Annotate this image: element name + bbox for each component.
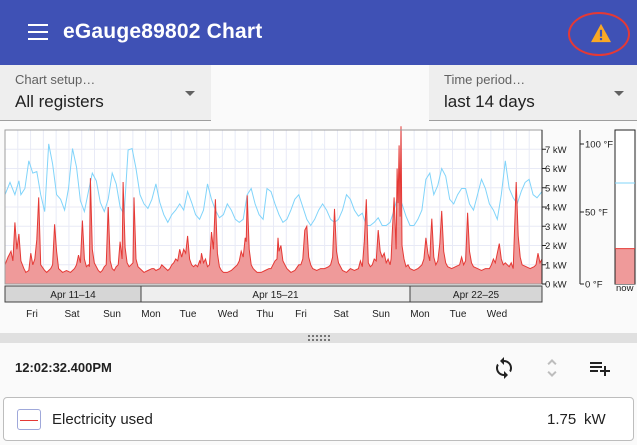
power-tick-label: 3 kW xyxy=(545,222,567,233)
chart-setup-label: Chart setup… xyxy=(15,72,96,87)
temperature-now-label: now xyxy=(616,283,634,294)
chart-setup-select[interactable]: Chart setup… All registers xyxy=(0,65,211,121)
day-label: Sat xyxy=(333,309,348,320)
chart-setup-value: All registers xyxy=(15,92,104,111)
week-range-label: Apr 11–14 xyxy=(50,290,96,301)
day-labels: Fri Sat Sun Mon Tue Wed Thu Fri Sat Sun Mon Tue Wed xyxy=(26,309,507,320)
time-period-value: last 14 days xyxy=(444,92,535,111)
warning-highlight xyxy=(568,12,630,56)
temperature-gauge-fill xyxy=(615,248,635,284)
time-period-select[interactable]: Time period… last 14 days xyxy=(429,65,637,121)
power-tick-label: 7 kW xyxy=(545,145,567,156)
week-range-bar[interactable]: Apr 11–14 Apr 15–21 Apr 22–25 xyxy=(4,285,543,303)
hamburger-menu-icon[interactable] xyxy=(28,24,48,40)
cursor-timestamp: 12:02:32.400PM xyxy=(15,360,112,375)
week-range-label: Apr 15–21 xyxy=(252,290,299,301)
temperature-tick-label: 50 °F xyxy=(585,208,608,219)
power-tick-label: 0 kW xyxy=(545,280,567,291)
refresh-icon[interactable] xyxy=(492,356,516,380)
chevron-down-icon xyxy=(185,91,195,96)
power-tick-label: 2 kW xyxy=(545,241,567,252)
day-label: Sat xyxy=(64,309,79,320)
week-range-label: Apr 22–25 xyxy=(453,290,500,301)
day-label: Mon xyxy=(410,309,429,320)
drag-handle-icon[interactable] xyxy=(308,335,332,341)
register-color-swatch[interactable] xyxy=(17,409,41,430)
register-legend-row[interactable]: Electricity used 1.75 kW xyxy=(3,397,634,441)
register-value: 1.75 xyxy=(547,411,577,428)
register-name: Electricity used xyxy=(52,411,153,428)
temperature-gauge: 0 °F 50 °F 100 °F now xyxy=(579,129,636,294)
day-label: Sun xyxy=(372,309,390,320)
power-tick-label: 6 kW xyxy=(545,164,567,175)
chevron-down-icon xyxy=(614,91,624,96)
day-label: Fri xyxy=(295,309,307,320)
power-tick-label: 1 kW xyxy=(545,260,567,271)
warning-triangle-icon[interactable] xyxy=(590,23,612,43)
time-period-label: Time period… xyxy=(444,72,526,87)
day-label: Thu xyxy=(256,309,273,320)
temperature-tick-label: 100 °F xyxy=(585,140,613,151)
temperature-tick-label: 0 °F xyxy=(585,280,603,291)
power-tick-label: 4 kW xyxy=(545,203,567,214)
app-bar: eGauge89802 Chart xyxy=(0,0,637,65)
day-label: Fri xyxy=(26,309,38,320)
power-axis: 0 kW 1 kW 2 kW 3 kW 4 kW 5 kW 6 kW 7 kW xyxy=(541,130,567,291)
day-label: Tue xyxy=(450,309,467,320)
day-label: Sun xyxy=(103,309,121,320)
unfold-more-icon[interactable] xyxy=(540,356,564,380)
day-label: Mon xyxy=(141,309,160,320)
day-label: Tue xyxy=(180,309,197,320)
power-tick-label: 5 kW xyxy=(545,183,567,194)
playlist-add-icon[interactable] xyxy=(588,356,612,380)
app-title: eGauge89802 Chart xyxy=(63,20,263,43)
register-unit: kW xyxy=(584,411,606,428)
day-label: Wed xyxy=(487,309,507,320)
energy-chart[interactable]: 0 kW 1 kW 2 kW 3 kW 4 kW 5 kW 6 kW 7 kW 0 °F 50 … xyxy=(0,126,637,322)
day-label: Wed xyxy=(218,309,238,320)
